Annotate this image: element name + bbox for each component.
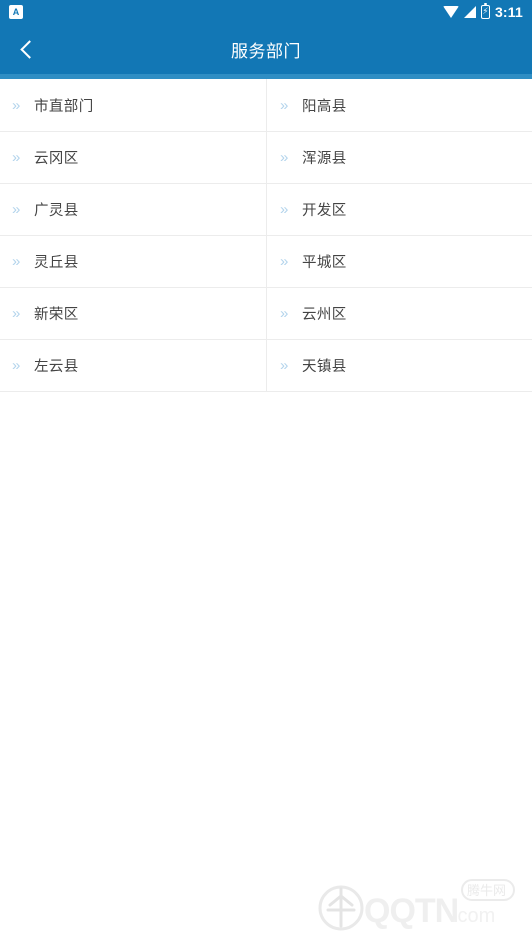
department-item[interactable]: » 云州区 bbox=[266, 287, 532, 339]
department-item-label: 云州区 bbox=[302, 307, 347, 323]
department-item[interactable]: » 天镇县 bbox=[266, 339, 532, 391]
double-chevron-right-icon: » bbox=[12, 149, 20, 166]
page-title: 服务部门 bbox=[231, 41, 301, 61]
cellular-signal-icon bbox=[463, 6, 476, 18]
department-item[interactable]: » 浑源县 bbox=[266, 131, 532, 183]
department-item[interactable]: » 左云县 bbox=[0, 339, 266, 391]
svg-text:.com: .com bbox=[452, 905, 495, 927]
department-item-label: 新荣区 bbox=[34, 307, 79, 323]
department-item-label: 云冈区 bbox=[34, 151, 79, 167]
app-notification-icon: A bbox=[9, 5, 23, 19]
department-item[interactable]: » 平城区 bbox=[266, 235, 532, 287]
department-item-label: 阳高县 bbox=[302, 98, 347, 115]
department-grid: » 市直部门 » 阳高县 » 云冈区 » 浑源县 » 广灵县 » 开发区 » 灵丘县 » 平城区 » 新荣区 » 云州… bbox=[0, 79, 532, 392]
wifi-icon bbox=[442, 5, 459, 18]
department-item[interactable]: » 新荣区 bbox=[0, 287, 266, 339]
status-bar-clock: 3:11 bbox=[494, 4, 523, 20]
double-chevron-right-icon: » bbox=[12, 305, 20, 322]
department-item-label: 广灵县 bbox=[34, 203, 79, 219]
department-item-label: 市直部门 bbox=[34, 98, 94, 115]
department-item-label: 浑源县 bbox=[302, 151, 347, 167]
department-item-label: 左云县 bbox=[34, 359, 79, 375]
site-watermark: QQTN .com 腾牛网 bbox=[312, 876, 526, 934]
back-chevron-icon bbox=[19, 39, 39, 59]
department-item[interactable]: » 云冈区 bbox=[0, 131, 266, 183]
double-chevron-right-icon: » bbox=[280, 305, 288, 322]
notification-icon-glyph: A bbox=[12, 6, 20, 17]
double-chevron-right-icon: » bbox=[12, 253, 20, 270]
battery-charging-icon: ⚡ bbox=[480, 3, 490, 19]
double-chevron-right-icon: » bbox=[280, 357, 288, 374]
double-chevron-right-icon: » bbox=[12, 357, 20, 374]
department-item-label: 天镇县 bbox=[302, 359, 347, 375]
double-chevron-right-icon: » bbox=[280, 201, 288, 218]
department-item[interactable]: » 市直部门 bbox=[0, 79, 266, 131]
department-item[interactable]: » 广灵县 bbox=[0, 183, 266, 235]
double-chevron-right-icon: » bbox=[12, 201, 20, 218]
double-chevron-right-icon: » bbox=[280, 96, 288, 114]
double-chevron-right-icon: » bbox=[280, 253, 288, 270]
department-item[interactable]: » 阳高县 bbox=[266, 79, 532, 131]
status-bar-left: A bbox=[9, 5, 23, 19]
app-bar: 服务部门 bbox=[0, 24, 532, 74]
svg-text:腾牛网: 腾牛网 bbox=[467, 883, 506, 898]
status-bar: A ⚡ 3:11 bbox=[0, 0, 532, 24]
department-item-label: 开发区 bbox=[302, 203, 347, 219]
department-item-label: 平城区 bbox=[302, 255, 347, 271]
double-chevron-right-icon: » bbox=[280, 149, 288, 166]
department-item-label: 灵丘县 bbox=[34, 255, 79, 271]
back-button[interactable] bbox=[0, 24, 54, 74]
double-chevron-right-icon: » bbox=[12, 96, 20, 114]
svg-text:QQTN: QQTN bbox=[364, 892, 458, 930]
department-item[interactable]: » 灵丘县 bbox=[0, 235, 266, 287]
status-bar-right: ⚡ 3:11 bbox=[442, 3, 523, 20]
department-item[interactable]: » 开发区 bbox=[266, 183, 532, 235]
battery-bolt-icon: ⚡ bbox=[482, 6, 489, 16]
